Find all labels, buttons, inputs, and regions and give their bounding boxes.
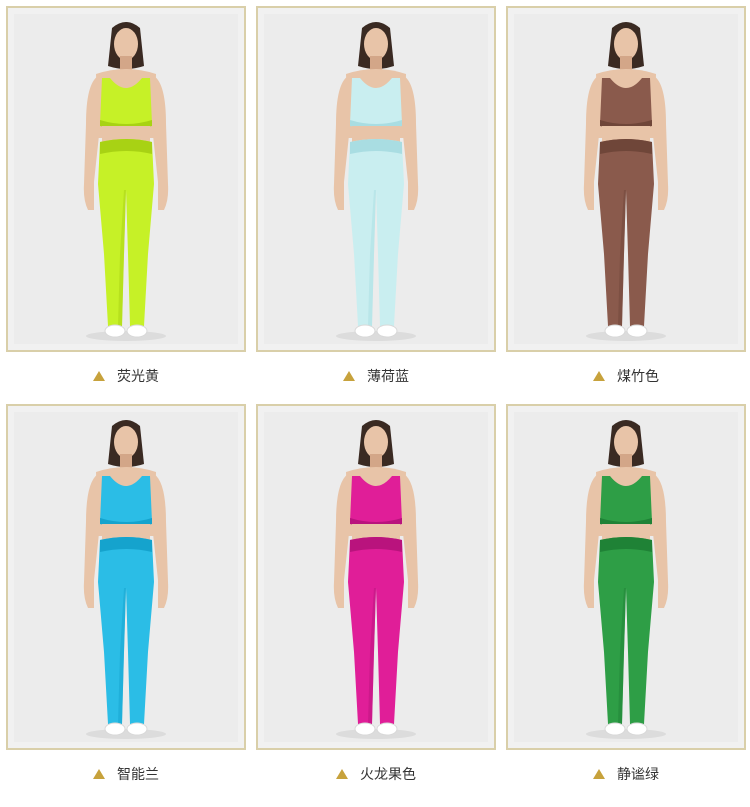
product-grid: 荧光黄 薄荷蓝 煤竹色 智能兰 火龙果色 静谧绿 (0, 0, 750, 807)
triangle-icon (336, 769, 348, 779)
triangle-icon (593, 769, 605, 779)
triangle-icon (343, 371, 355, 381)
photo-frame (506, 6, 746, 352)
product-photo (264, 14, 488, 344)
color-caption: 火龙果色 (256, 763, 496, 785)
color-name-label: 荧光黄 (117, 369, 159, 385)
color-caption: 煤竹色 (506, 365, 746, 387)
product-photo (14, 14, 238, 344)
triangle-icon (93, 769, 105, 779)
triangle-icon (93, 371, 105, 381)
color-name-label: 火龙果色 (360, 767, 416, 783)
product-photo (514, 412, 738, 742)
color-caption: 荧光黄 (6, 365, 246, 387)
product-photo (514, 14, 738, 344)
product-photo (14, 412, 238, 742)
color-caption: 薄荷蓝 (256, 365, 496, 387)
color-name-label: 煤竹色 (617, 369, 659, 385)
photo-frame (256, 6, 496, 352)
photo-frame (6, 404, 246, 750)
color-caption: 智能兰 (6, 763, 246, 785)
photo-frame (506, 404, 746, 750)
color-caption: 静谧绿 (506, 763, 746, 785)
photo-frame (6, 6, 246, 352)
color-name-label: 薄荷蓝 (367, 369, 409, 385)
product-photo (264, 412, 488, 742)
color-name-label: 智能兰 (117, 767, 159, 783)
photo-frame (256, 404, 496, 750)
color-name-label: 静谧绿 (617, 767, 659, 783)
triangle-icon (593, 371, 605, 381)
